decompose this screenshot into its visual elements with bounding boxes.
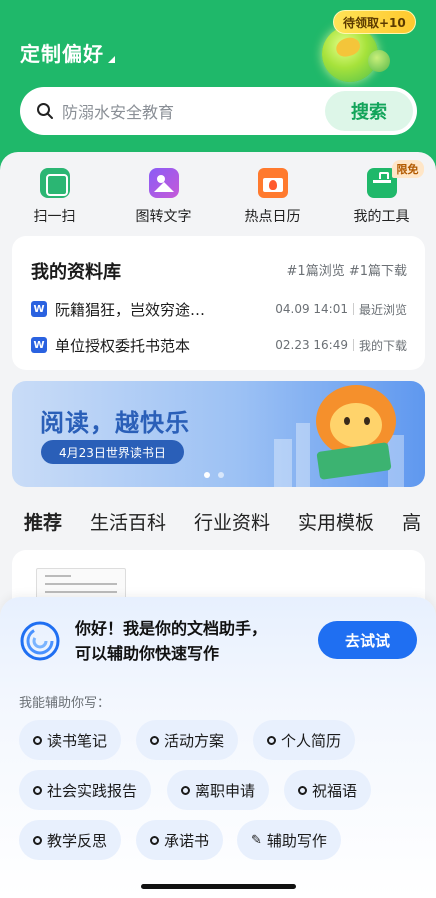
chip-label: 活动方案 [164, 731, 225, 750]
assistant-subtitle: 我能辅助你写： [19, 696, 111, 711]
greeting-line-1: 你好！我是你的文档助手， [75, 619, 268, 638]
library-item-name: 单位授权委托书范本 [55, 336, 191, 355]
tool-label: 我的工具 [353, 209, 410, 225]
circle-icon [150, 735, 159, 745]
chip-activity-plan[interactable]: 活动方案 [136, 720, 239, 760]
library-item-action: 我的下载 [358, 338, 407, 353]
word-doc-icon: W [31, 337, 47, 353]
banner-slogan: 阅读，越快乐 [40, 409, 190, 437]
circle-icon [33, 785, 42, 795]
search-icon [37, 103, 53, 119]
home-indicator [141, 884, 296, 889]
chip-label: 社会实践报告 [47, 781, 138, 800]
chip-assisted-writing[interactable]: ✎ 辅助写作 [237, 820, 341, 860]
tab-practical-templates[interactable]: 实用模板 [298, 508, 374, 535]
building-shape [296, 423, 310, 487]
tab-recommended[interactable]: 推荐 [24, 508, 62, 535]
tool-hot-calendar[interactable]: 热点日历 [233, 168, 313, 232]
chip-blessings[interactable]: 祝福语 [284, 770, 372, 810]
free-badge: 限免 [391, 160, 424, 178]
carousel-dots [204, 472, 224, 478]
circle-icon [181, 785, 190, 795]
circle-icon [33, 835, 42, 845]
tool-my-tools[interactable]: 限免 我的工具 [342, 160, 424, 232]
circle-icon [267, 735, 276, 745]
chip-resume[interactable]: 个人简历 [253, 720, 356, 760]
circle-icon [298, 785, 307, 795]
preference-label: 定制偏好 [20, 42, 104, 66]
quick-tools: 扫一扫 图转文字 热点日历 限免 我的工具 [0, 160, 436, 232]
chip-label: 辅助写作 [266, 831, 327, 850]
lion-mascot-icon [312, 385, 404, 485]
library-item-date: 04.09 14:01 [275, 302, 348, 316]
library-item[interactable]: W 单位授权委托书范本 02.23 16:49 我的下载 [31, 334, 407, 356]
tool-scan[interactable]: 扫一扫 [15, 168, 95, 232]
divider [352, 303, 354, 315]
chip-label: 教学反思 [47, 831, 108, 850]
reward-badge[interactable]: 待领取+10 [333, 10, 416, 34]
pen-icon: ✎ [251, 832, 262, 848]
tool-label: 热点日历 [244, 209, 301, 225]
banner-date-pill: 4月23日世界读书日 [41, 440, 184, 464]
chip-social-practice-report[interactable]: 社会实践报告 [19, 770, 152, 810]
try-button[interactable]: 去试试 [318, 621, 417, 659]
scan-icon [39, 168, 70, 198]
tab-more[interactable]: 高 [402, 508, 421, 535]
chip-label: 读书笔记 [47, 731, 108, 750]
greeting-line-2: 可以辅助你快速写作 [75, 644, 220, 663]
chip-teaching-reflection[interactable]: 教学反思 [19, 820, 122, 860]
chip-label: 祝福语 [312, 781, 358, 800]
chip-label: 离职申请 [195, 781, 256, 800]
chip-label: 个人简历 [281, 731, 342, 750]
library-stats: #1篇浏览 #1篇下载 [286, 264, 407, 279]
tool-image-to-text[interactable]: 图转文字 [124, 168, 204, 232]
circle-icon [150, 835, 159, 845]
chip-reading-notes[interactable]: 读书笔记 [19, 720, 122, 760]
category-tabs: 推荐 生活百科 行业资料 实用模板 高 [24, 508, 436, 535]
search-bar[interactable]: 防溺水安全教育 搜索 [20, 87, 417, 135]
divider [352, 339, 354, 351]
chip-resignation[interactable]: 离职申请 [167, 770, 270, 810]
search-input[interactable]: 防溺水安全教育 [62, 99, 325, 123]
library-title[interactable]: 我的资料库 [31, 258, 121, 284]
library-item-name: 阮籍猖狂，岂效穷途… [55, 300, 206, 319]
tool-label: 图转文字 [135, 209, 192, 225]
assistant-greeting: 你好！我是你的文档助手， 可以辅助你快速写作 [75, 616, 267, 666]
library-item-action: 最近浏览 [358, 302, 407, 317]
hot-calendar-icon [257, 168, 288, 198]
assistant-logo-icon [20, 621, 60, 661]
my-library-card: 我的资料库 #1篇浏览 #1篇下载 W 阮籍猖狂，岂效穷途… 04.09 14:… [12, 236, 425, 370]
chip-label: 承诺书 [164, 831, 210, 850]
preference-selector[interactable]: 定制偏好 [20, 38, 115, 67]
chip-pledge[interactable]: 承诺书 [136, 820, 224, 860]
carousel-dot-active[interactable] [204, 472, 210, 478]
tab-life-encyclopedia[interactable]: 生活百科 [90, 508, 166, 535]
building-shape [274, 439, 292, 487]
tab-industry-materials[interactable]: 行业资料 [194, 508, 270, 535]
carousel-dot[interactable] [218, 472, 224, 478]
circle-icon [33, 735, 42, 745]
image-to-text-icon [148, 168, 179, 198]
library-item[interactable]: W 阮籍猖狂，岂效穷途… 04.09 14:01 最近浏览 [31, 298, 407, 320]
reward-small-orb-icon [368, 50, 390, 72]
word-doc-icon: W [31, 301, 47, 317]
tool-label: 扫一扫 [33, 209, 76, 225]
library-item-date: 02.23 16:49 [275, 338, 348, 352]
dropdown-corner-icon [108, 56, 115, 63]
search-button[interactable]: 搜索 [325, 91, 413, 131]
